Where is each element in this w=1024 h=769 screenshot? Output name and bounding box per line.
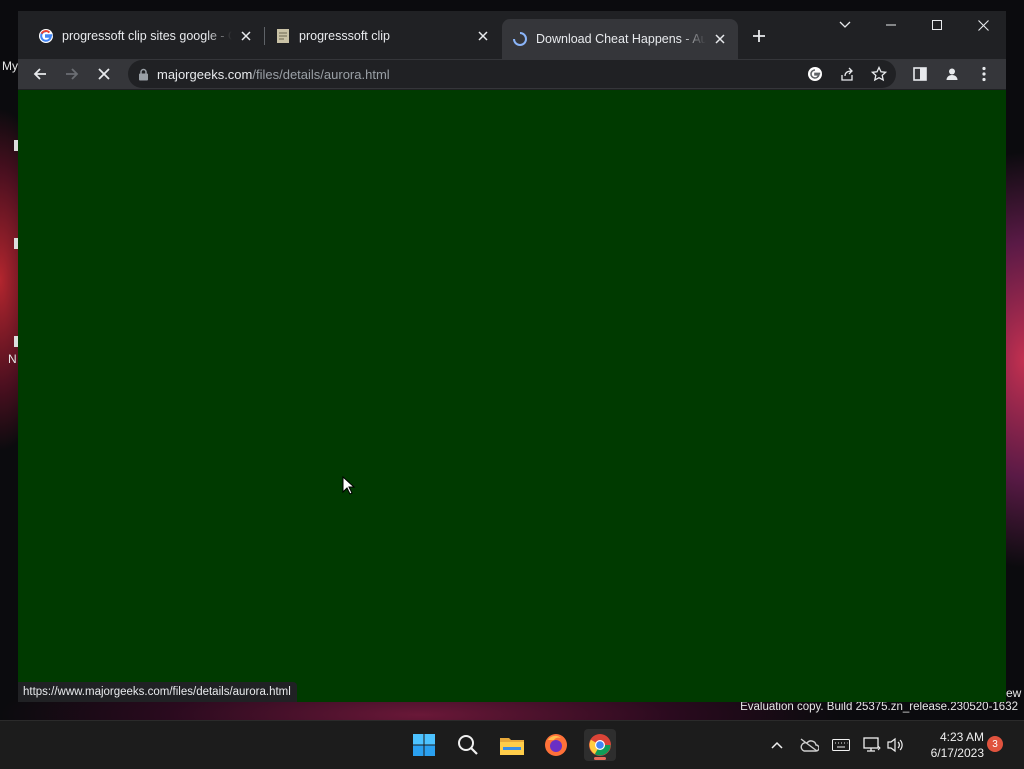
page-icon	[275, 28, 291, 44]
keyboard-icon[interactable]	[830, 734, 852, 756]
tab-title: Download Cheat Happens - Aurora	[536, 32, 706, 46]
file-explorer-icon[interactable]	[496, 729, 528, 761]
chrome-window: progressoft clip sites google - Go progr…	[18, 11, 1006, 702]
clock-date: 6/17/2023	[930, 746, 984, 760]
page-viewport[interactable]	[18, 90, 1006, 702]
close-window-button[interactable]	[966, 15, 1000, 35]
search-icon[interactable]	[452, 729, 484, 761]
google-lens-icon[interactable]	[806, 65, 824, 83]
chevron-up-icon[interactable]	[766, 734, 788, 756]
notification-badge[interactable]: 3	[987, 736, 1003, 752]
chrome-icon[interactable]	[584, 729, 616, 761]
tab-google-search[interactable]: progressoft clip sites google - Go	[28, 21, 264, 51]
active-app-indicator	[594, 757, 606, 760]
tab-search-button[interactable]	[828, 15, 862, 35]
forward-button[interactable]	[60, 62, 84, 86]
desktop-icon-label[interactable]: N	[8, 352, 17, 366]
close-icon[interactable]	[238, 28, 254, 44]
system-clock[interactable]: 4:23 AM 6/17/2023	[914, 729, 984, 761]
mouse-cursor-icon	[342, 475, 356, 496]
maximize-button[interactable]	[920, 15, 954, 35]
loading-spinner-icon	[512, 31, 528, 47]
volume-icon[interactable]	[885, 734, 907, 756]
google-icon	[38, 28, 54, 44]
side-panel-button[interactable]	[908, 62, 932, 86]
stop-loading-button[interactable]	[92, 62, 116, 86]
back-button[interactable]	[28, 62, 52, 86]
tab-title: progresssoft clip	[299, 29, 391, 43]
profile-button[interactable]	[940, 62, 964, 86]
status-bubble: https://www.majorgeeks.com/files/details…	[18, 682, 297, 702]
close-icon[interactable]	[475, 28, 491, 44]
tab-title: progressoft clip sites google - Go	[62, 29, 232, 43]
clock-time: 4:23 AM	[939, 730, 984, 744]
url-host: majorgeeks.com	[157, 66, 253, 82]
tab-cheat-happens[interactable]: Download Cheat Happens - Aurora	[502, 19, 738, 59]
browser-toolbar: majorgeeks.com/files/details/aurora.html	[18, 59, 1006, 89]
tab-progresssoft-clip[interactable]: progresssoft clip	[265, 21, 501, 51]
evaluation-watermark: Evaluation copy. Build 25375.zn_release.…	[740, 701, 1018, 713]
firefox-icon[interactable]	[540, 729, 572, 761]
url-text[interactable]: majorgeeks.com/files/details/aurora.html	[157, 67, 390, 82]
share-icon[interactable]	[838, 65, 856, 83]
desktop-icon-label[interactable]: ew	[1006, 686, 1021, 700]
minimize-button[interactable]	[874, 15, 908, 35]
network-icon[interactable]	[861, 734, 883, 756]
menu-kebab-icon[interactable]	[972, 62, 996, 86]
lock-icon[interactable]	[138, 68, 149, 81]
close-icon[interactable]	[712, 31, 728, 47]
tab-strip: progressoft clip sites google - Go progr…	[18, 11, 1006, 59]
url-path: /files/details/aurora.html	[252, 66, 390, 82]
windows-start-icon[interactable]	[408, 729, 440, 761]
desktop-icon-label[interactable]: My	[2, 59, 18, 73]
address-bar[interactable]: majorgeeks.com/files/details/aurora.html	[128, 60, 896, 88]
new-tab-button[interactable]	[748, 25, 770, 47]
onedrive-icon[interactable]	[798, 734, 820, 756]
bookmark-star-icon[interactable]	[870, 65, 888, 83]
taskbar: 4:23 AM 6/17/2023 3	[0, 720, 1024, 769]
